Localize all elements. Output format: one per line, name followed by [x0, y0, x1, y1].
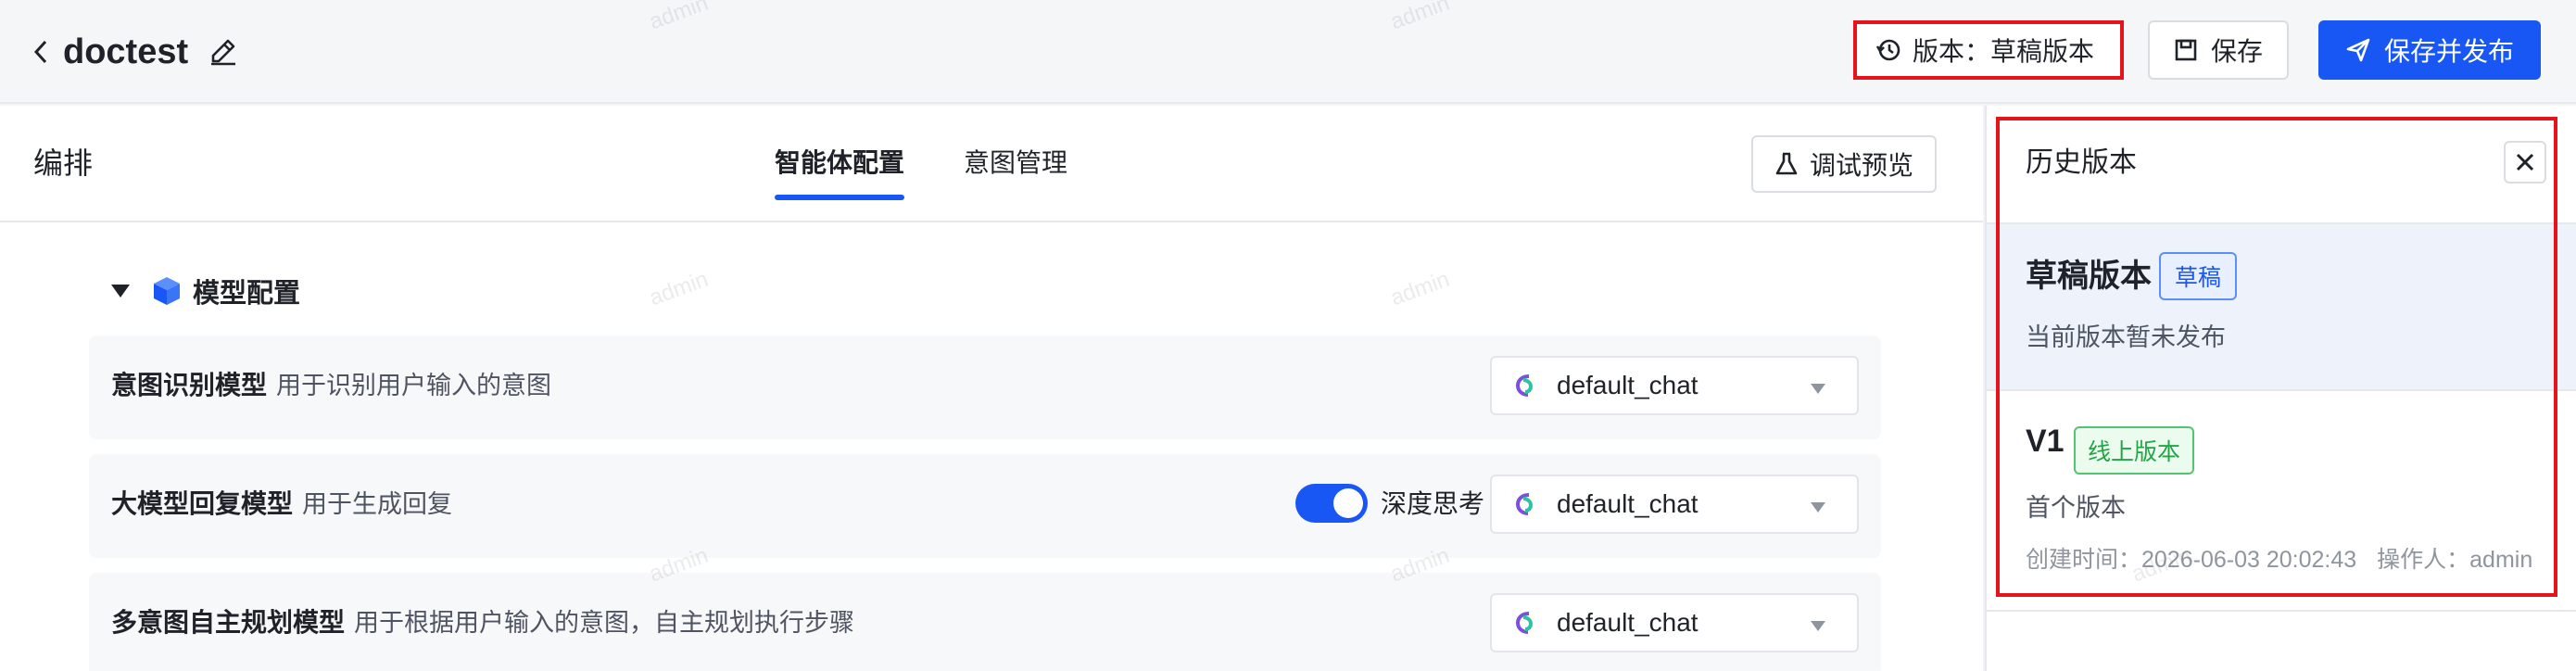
draft-tag: 草稿 [2159, 252, 2237, 300]
version-name: V1 [2026, 424, 2065, 459]
model-row-intent: 意图识别模型 用于识别用户输入的意图 default_chat [89, 336, 1881, 439]
model-select-value: default_chat [1557, 608, 1698, 637]
version-button[interactable]: 版本：草稿版本 [1853, 20, 2124, 80]
flask-icon [1775, 152, 1798, 175]
debug-preview-label: 调试预览 [1809, 151, 1913, 180]
history-title: 历史版本 [2026, 147, 2137, 178]
model-logo-icon [1515, 493, 1534, 515]
debug-preview-button[interactable]: 调试预览 [1751, 135, 1937, 193]
model-logo-icon [1515, 612, 1534, 634]
model-select[interactable]: default_chat [1490, 475, 1859, 534]
tab-intent-management[interactable]: 意图管理 [964, 145, 1067, 182]
model-select[interactable]: default_chat [1490, 593, 1859, 652]
deep-thinking-toggle[interactable] [1295, 484, 1368, 523]
online-tag: 线上版本 [2074, 426, 2194, 475]
history-panel: 历史版本 草稿版本 草稿 当前版本暂未发布 V1 线上版本 首个版本 创建时间：… [1985, 106, 2576, 671]
model-config-section-toggle[interactable]: 模型配置 [111, 271, 300, 311]
version-label: 版本：草稿版本 [1913, 37, 2095, 66]
row-name: 意图识别模型 [111, 371, 268, 399]
tab-agent-config[interactable]: 智能体配置 [775, 145, 904, 182]
top-header: doctest 版本：草稿版本 保存 保存并发布 [0, 0, 2576, 104]
section-title: 模型配置 [193, 279, 301, 309]
model-logo-icon [1515, 374, 1534, 397]
version-meta: 创建时间：2026-06-03 20:02:43 操作人：admin [2026, 543, 2532, 576]
caret-down-icon [1811, 384, 1825, 394]
model-row-reply: 大模型回复模型 用于生成回复 深度思考 default_chat [89, 454, 1881, 558]
send-icon [2346, 38, 2370, 62]
row-name: 大模型回复模型 [111, 489, 294, 518]
save-icon [2175, 39, 2197, 61]
panel-header: 编排 智能体配置 意图管理 调试预览 [0, 106, 1983, 222]
operator: 操作人：admin [2377, 547, 2533, 573]
version-name: 草稿版本 [2026, 259, 2152, 294]
model-select[interactable]: default_chat [1490, 356, 1859, 415]
version-item-draft[interactable]: 草稿版本 草稿 当前版本暂未发布 [1987, 224, 2576, 389]
history-icon [1875, 39, 1900, 61]
row-desc: 用于根据用户输入的意图，自主规划执行步骤 [354, 609, 855, 637]
save-and-publish-button[interactable]: 保存并发布 [2318, 20, 2541, 80]
active-tab-indicator [775, 195, 904, 200]
caret-down-icon [111, 285, 130, 298]
publish-label: 保存并发布 [2383, 37, 2514, 66]
orchestration-panel: 编排 智能体配置 意图管理 调试预览 模型配置 意图识别模型 用于识别用户输入的意… [0, 106, 1983, 671]
page-title: doctest [63, 32, 189, 71]
cube-icon [154, 277, 180, 305]
chevron-left-icon [33, 40, 47, 64]
model-select-value: default_chat [1557, 371, 1698, 399]
caret-down-icon [1811, 502, 1825, 513]
model-row-multi-intent: 多意图自主规划模型 用于根据用户输入的意图，自主规划执行步骤 default_ch… [89, 573, 1881, 671]
edit-icon[interactable] [208, 35, 239, 67]
row-desc: 用于识别用户输入的意图 [276, 372, 552, 399]
row-desc: 用于生成回复 [302, 490, 453, 518]
close-button[interactable] [2504, 141, 2546, 184]
deep-thinking-label: 深度思考 [1381, 489, 1485, 518]
close-icon [2516, 153, 2534, 171]
back-button[interactable] [28, 33, 54, 70]
model-select-value: default_chat [1557, 489, 1698, 518]
version-desc: 首个版本 [2026, 494, 2126, 522]
caret-down-icon [1811, 621, 1825, 631]
save-button[interactable]: 保存 [2148, 20, 2289, 80]
created-time: 创建时间：2026-06-03 20:02:43 [2026, 547, 2357, 573]
panel-title: 编排 [33, 146, 94, 180]
save-label: 保存 [2210, 37, 2263, 66]
version-desc: 当前版本暂未发布 [2026, 323, 2226, 351]
row-name: 多意图自主规划模型 [111, 608, 346, 637]
